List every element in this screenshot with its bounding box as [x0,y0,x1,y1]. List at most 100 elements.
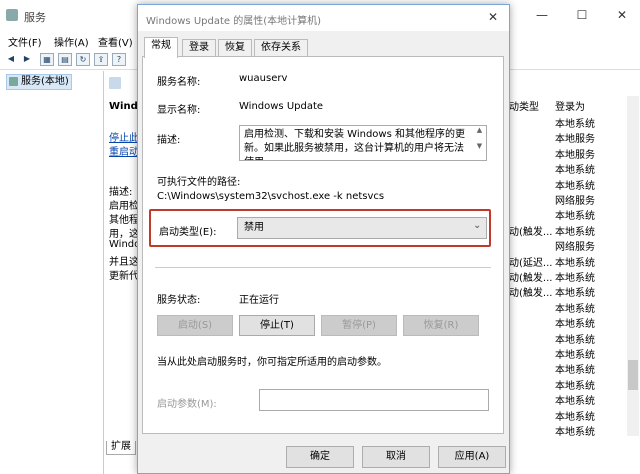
services-app-icon [6,9,18,21]
description-scrollbar[interactable]: ▲ ▼ [473,126,486,160]
extended-desc-line: 用，这 [109,229,139,240]
stop-service-link[interactable]: 停止此 [109,129,139,144]
exe-path-label: 可执行文件的路径: [157,177,241,188]
startup-type-cell: 动(触发... [509,226,553,238]
table-row[interactable]: 动(延迟... 本地系统 [505,253,627,269]
description-label: 描述: [157,135,181,146]
extended-desc-line: 描述: [109,187,133,198]
help-icon[interactable]: ? [112,53,126,66]
start-params-hint: 当从此处启动服务时，你可指定所适用的启动参数。 [157,357,387,368]
table-row[interactable]: 本地系统 [505,114,627,130]
logon-as-cell: 本地系统 [555,334,595,346]
display-name-value: Windows Update [239,101,324,112]
column-startup-type[interactable]: 动类型 [509,98,539,113]
console-tree-icon[interactable]: ▦ [40,53,54,66]
logon-as-cell: 本地服务 [555,134,595,146]
properties-dialog: Windows Update 的属性(本地计算机) ✕ 常规 登录 恢复 依存关… [137,4,510,474]
menu-view[interactable]: 查看(V) [98,34,133,49]
menu-action[interactable]: 操作(A) [54,34,89,49]
services-icon [109,77,121,89]
stop-button[interactable]: 停止(T) [239,315,315,336]
maximize-button[interactable]: ☐ [572,8,592,22]
startup-type-cell: 动(触发... [509,273,553,284]
table-row[interactable]: 本地系统 [505,299,627,315]
description-box[interactable]: 启用检测、下载和安装 Windows 和其他程序的更新。如果此服务被禁用，这台计… [239,125,487,161]
start-button[interactable]: 启动(S) [157,315,233,336]
logon-as-cell: 本地系统 [555,165,595,177]
logon-as-cell: 本地服务 [555,149,595,161]
table-row[interactable]: 本地系统 [505,206,627,223]
logon-as-cell: 网络服务 [555,196,595,207]
dialog-title: Windows Update 的属性(本地计算机) [146,16,322,27]
cancel-button[interactable]: 取消 [362,446,430,468]
logon-as-cell: 本地系统 [555,350,595,361]
export-icon[interactable]: ⇪ [94,53,108,66]
forward-arrow-icon[interactable]: ▶ [20,53,34,66]
restart-service-link[interactable]: 重启动 [109,143,139,158]
logon-as-cell: 本地系统 [555,180,595,192]
tab-recovery[interactable]: 恢复 [218,39,252,57]
pause-button[interactable]: 暂停(P) [321,315,397,336]
gear-icon [9,77,18,86]
exe-path-value: C:\Windows\system32\svchost.exe -k netsv… [157,191,385,202]
apply-button[interactable]: 应用(A) [438,446,506,468]
scrollbar-thumb[interactable] [628,360,638,390]
table-row[interactable]: 本地服务 [505,129,627,146]
logon-as-cell: 本地系统 [555,211,595,223]
logon-as-cell: 本地系统 [555,319,595,331]
logon-as-cell: 本地系统 [555,303,595,315]
table-row[interactable]: 本地系统 [505,160,627,177]
extended-desc-line: 其他程 [109,215,139,226]
back-arrow-icon[interactable]: ◀ [4,53,18,66]
tab-logon[interactable]: 登录 [182,39,216,57]
table-row[interactable]: 本地系统 [505,314,627,331]
list-view-icon[interactable]: ▤ [58,53,72,66]
dialog-titlebar: Windows Update 的属性(本地计算机) ✕ [138,5,509,31]
start-params-input[interactable] [259,389,489,411]
table-row[interactable]: 本地服务 [505,145,627,161]
logon-as-cell: 网络服务 [555,242,595,254]
service-name-label: 服务名称: [157,77,201,88]
minimize-button[interactable]: — [532,8,552,22]
chevron-down-icon[interactable]: ⌄ [473,220,481,231]
table-row[interactable]: 本地系统 [505,345,627,361]
logon-as-cell: 本地系统 [555,257,595,269]
logon-as-cell: 本地系统 [555,226,595,238]
startup-type-select[interactable]: 禁用 [237,217,487,239]
table-row[interactable]: 本地系统 [505,176,627,192]
refresh-icon[interactable]: ↻ [76,53,90,66]
tree-item-services-local[interactable]: 服务(本地) [6,74,72,90]
extended-heading: Windo [109,101,139,112]
tab-extended[interactable]: 扩展 [106,441,136,455]
table-row[interactable]: 动(触发... 本地系统 [505,268,627,284]
resume-button[interactable]: 恢复(R) [403,315,479,336]
console-tree: 服务(本地) [0,71,104,474]
ok-button[interactable]: 确定 [286,446,354,468]
table-row[interactable]: 本地系统 [505,330,627,346]
window-controls: — ☐ ✕ [532,0,640,32]
table-row[interactable]: 本地系统 [505,360,627,376]
extended-desc-line: Windo [109,239,139,250]
column-logon-as[interactable]: 登录为 [555,98,585,113]
table-row[interactable]: 动(触发... 本地系统 [505,283,627,300]
logon-as-cell: 本地系统 [555,380,595,392]
tab-dependencies[interactable]: 依存关系 [254,39,308,57]
table-row[interactable]: 本地系统 [505,391,627,407]
service-name-value: wuauserv [239,73,288,84]
menu-file[interactable]: 文件(F) [8,34,42,49]
startup-type-cell: 动(触发... [509,288,553,300]
services-title: 服务 [24,11,46,24]
close-button[interactable]: ✕ [612,8,632,22]
table-row[interactable]: 网络服务 [505,237,627,254]
general-tab-panel: 服务名称: wuauserv 显示名称: Windows Update 描述: … [142,56,504,434]
table-row[interactable]: 动(触发... 本地系统 [505,222,627,238]
table-row[interactable]: 本地系统 [505,376,627,392]
table-row[interactable]: 本地系统 [505,407,627,423]
divider [155,267,491,268]
table-row[interactable]: 本地系统 [505,422,627,438]
service-status-label: 服务状态: [157,295,201,306]
dialog-close-button[interactable]: ✕ [483,10,503,24]
table-row[interactable]: 网络服务 [505,191,627,207]
tab-general[interactable]: 常规 [144,37,178,58]
tree-item-label: 服务(本地) [21,76,69,87]
